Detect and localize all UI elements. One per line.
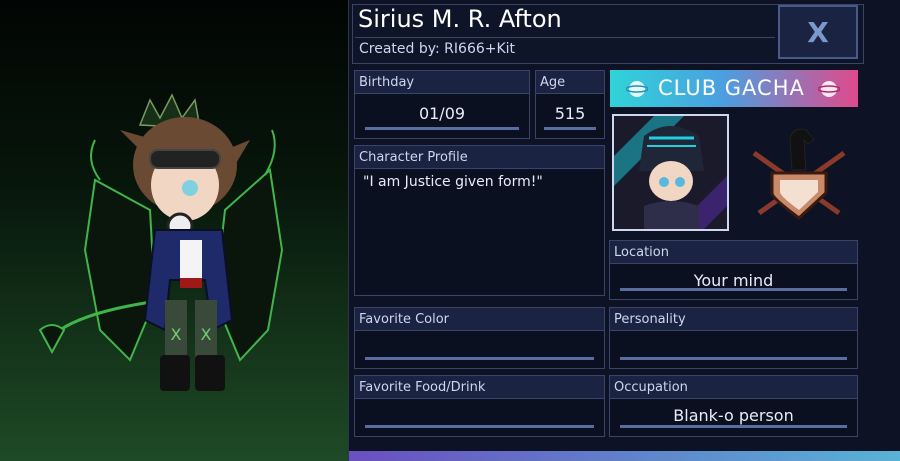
profile-label: Character Profile bbox=[355, 146, 604, 169]
birthday-label: Birthday bbox=[355, 71, 529, 94]
close-button[interactable]: X bbox=[778, 5, 858, 59]
occupation-value: Blank-o person bbox=[673, 406, 794, 425]
birthday-underline bbox=[365, 127, 519, 130]
birthday-value: 01/09 bbox=[418, 104, 466, 123]
personality-underline bbox=[620, 357, 847, 360]
title-divider bbox=[355, 37, 775, 38]
club-gacha-logo: CLUB GACHA bbox=[610, 70, 858, 107]
personality-field[interactable]: Personality bbox=[609, 307, 858, 369]
age-underline bbox=[544, 127, 596, 130]
age-field[interactable]: Age 515 bbox=[535, 70, 605, 139]
planet-icon bbox=[626, 81, 648, 97]
created-by-label: Created by: RI666+Kit bbox=[359, 41, 516, 57]
location-field[interactable]: Location Your mind bbox=[609, 240, 858, 300]
knight-shield-crest-icon bbox=[752, 128, 846, 220]
location-label: Location bbox=[610, 241, 857, 264]
favorite-color-underline bbox=[365, 357, 594, 360]
age-value: 515 bbox=[554, 104, 586, 123]
planet-icon bbox=[818, 81, 840, 97]
svg-text:X: X bbox=[171, 325, 182, 344]
profile-text: "I am Justice given form!" bbox=[363, 174, 543, 190]
favorite-food-underline bbox=[365, 425, 594, 428]
character-name: Sirius M. R. Afton bbox=[358, 5, 562, 33]
close-icon: X bbox=[807, 15, 829, 49]
club-gacha-text: CLUB GACHA bbox=[658, 76, 805, 100]
occupation-field[interactable]: Occupation Blank-o person bbox=[609, 375, 858, 437]
svg-text:X: X bbox=[201, 325, 212, 344]
occupation-underline bbox=[620, 425, 847, 428]
favorite-color-label: Favorite Color bbox=[355, 308, 604, 331]
character-figure: X X bbox=[38, 93, 284, 391]
location-underline bbox=[620, 288, 847, 291]
panel-bottom-bar bbox=[349, 451, 900, 461]
birthday-field[interactable]: Birthday 01/09 bbox=[354, 70, 530, 139]
personality-label: Personality bbox=[610, 308, 857, 331]
character-portrait[interactable] bbox=[612, 114, 729, 231]
occupation-label: Occupation bbox=[610, 376, 857, 399]
favorite-food-field[interactable]: Favorite Food/Drink bbox=[354, 375, 605, 437]
profile-field[interactable]: Character Profile "I am Justice given fo… bbox=[354, 145, 605, 296]
favorite-food-label: Favorite Food/Drink bbox=[355, 376, 604, 399]
age-label: Age bbox=[536, 71, 604, 94]
portrait-image bbox=[614, 116, 727, 229]
favorite-color-field[interactable]: Favorite Color bbox=[354, 307, 605, 369]
